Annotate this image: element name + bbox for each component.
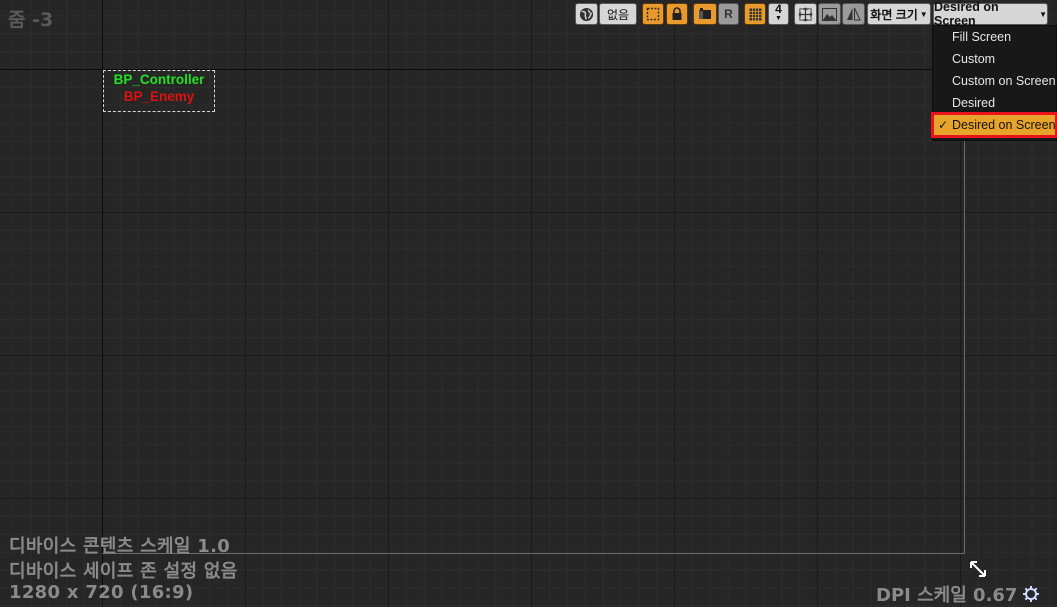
globe-button[interactable]	[575, 3, 598, 25]
size-mode-menu: Fill Screen Custom Custom on Screen Desi…	[931, 25, 1057, 141]
screen-size-label: 화면 크기	[870, 7, 918, 22]
dpi-scale-label: DPI 스케일 0.67	[876, 585, 1018, 606]
globe-icon	[579, 7, 594, 21]
lock-icon	[672, 7, 682, 20]
widget-selection-box[interactable]: BP_Controller BP_Enemy	[103, 70, 215, 112]
respect-locks-toggle[interactable]	[693, 3, 717, 25]
chevron-down-icon: ▼	[1039, 9, 1047, 19]
safe-zone-label: 디바이스 세이프 존 설정 없음	[9, 561, 238, 582]
grid-snap-toggle[interactable]	[744, 3, 766, 25]
screen-size-dropdown[interactable]: 화면 크기 ▼	[867, 3, 931, 25]
grid-size-dropdown[interactable]: 4 ▼	[768, 3, 789, 25]
size-mode-dropdown[interactable]: Desired on Screen ▼	[933, 0, 1048, 28]
widget-bp-controller[interactable]: BP_Controller	[104, 71, 214, 88]
gear-icon[interactable]	[1022, 585, 1040, 603]
lock-toggle[interactable]	[666, 3, 688, 25]
resize-handle-icon[interactable]	[968, 559, 988, 579]
zoom-to-fit-button[interactable]	[794, 3, 817, 25]
grid-icon	[748, 7, 762, 21]
culture-none-button[interactable]: 없음	[599, 3, 637, 25]
toggle-icon	[699, 8, 711, 19]
widget-bp-enemy[interactable]: BP_Enemy	[104, 88, 214, 105]
menu-item-custom-on-screen[interactable]: Custom on Screen	[933, 70, 1056, 92]
menu-item-desired[interactable]: Desired	[933, 92, 1056, 114]
move-arrows-icon	[798, 7, 813, 21]
checkmark-icon: ✓	[938, 118, 949, 132]
mirror-icon	[847, 7, 861, 21]
outline-toggle[interactable]	[642, 3, 664, 25]
dashed-rect-icon	[646, 7, 660, 21]
background-image-button[interactable]	[818, 3, 841, 25]
screen-bounds	[102, 69, 965, 554]
menu-item-custom[interactable]: Custom	[933, 48, 1056, 70]
menu-item-label: Desired on Screen	[952, 118, 1056, 132]
size-mode-label: Desired on Screen	[934, 0, 999, 28]
resolution-label: 1280 x 720 (16:9)	[9, 582, 194, 603]
rotate-snap-button[interactable]: R	[718, 3, 739, 25]
flip-button[interactable]	[842, 3, 865, 25]
chevron-down-icon: ▼	[775, 15, 782, 22]
menu-item-fill-screen[interactable]: Fill Screen	[933, 26, 1056, 48]
zoom-label: 줌 -3	[8, 9, 54, 31]
image-icon	[822, 7, 837, 21]
device-content-scale-label: 디바이스 콘텐츠 스케일 1.0	[9, 536, 231, 557]
chevron-down-icon: ▼	[919, 9, 928, 19]
grid-size-value: 4	[775, 2, 782, 16]
menu-item-desired-on-screen[interactable]: ✓ Desired on Screen	[931, 112, 1057, 138]
